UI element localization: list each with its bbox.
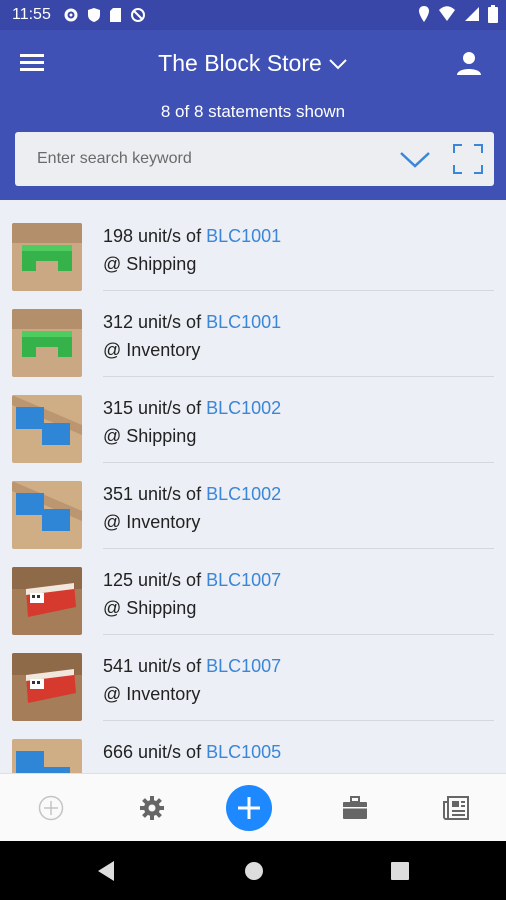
settings-icon bbox=[140, 796, 164, 820]
quantity-text: 351 unit/s of bbox=[103, 484, 207, 504]
home-button[interactable] bbox=[242, 859, 266, 883]
quantity-text: 312 unit/s of bbox=[103, 312, 207, 332]
product-thumbnail bbox=[12, 309, 82, 377]
nav-briefcase[interactable] bbox=[325, 774, 385, 842]
status-bar: 11:55 bbox=[0, 0, 506, 30]
product-thumbnail bbox=[12, 739, 82, 773]
location-status-icon bbox=[419, 6, 429, 22]
briefcase-icon bbox=[343, 796, 367, 819]
list-item[interactable]: 125 unit/s of BLC1007 @ Shipping bbox=[0, 544, 506, 635]
location-text: @ Inventory bbox=[103, 684, 201, 704]
system-navigation-bar bbox=[0, 841, 506, 900]
statements-count: 8 of 8 statements shown bbox=[160, 102, 346, 121]
nav-add-outline[interactable] bbox=[21, 774, 81, 842]
location-text: @ Inventory bbox=[103, 512, 201, 532]
product-thumbnail bbox=[12, 567, 82, 635]
blocked-status-icon bbox=[130, 8, 145, 22]
quantity-text: 315 unit/s of bbox=[103, 398, 207, 418]
shield-status-icon bbox=[87, 8, 100, 22]
list-item[interactable]: 666 unit/s of BLC1005 bbox=[0, 716, 506, 773]
product-thumbnail bbox=[12, 395, 82, 463]
list-item[interactable]: 312 unit/s of BLC1001 @ Inventory bbox=[0, 286, 506, 377]
status-system-icons bbox=[418, 5, 498, 23]
nav-news[interactable] bbox=[426, 774, 486, 842]
battery-status-icon bbox=[488, 5, 498, 23]
location-text: @ Inventory bbox=[103, 340, 201, 360]
sdcard-status-icon bbox=[109, 8, 121, 22]
recents-icon bbox=[391, 862, 409, 880]
location-text: @ Shipping bbox=[103, 254, 197, 274]
filter-dropdown-icon[interactable] bbox=[398, 144, 432, 174]
product-code-link[interactable]: BLC1005 bbox=[206, 742, 281, 762]
product-code-link[interactable]: BLC1007 bbox=[206, 570, 281, 590]
nav-add-button[interactable] bbox=[219, 774, 279, 842]
back-icon bbox=[98, 861, 114, 881]
status-notification-icons bbox=[63, 7, 146, 23]
product-thumbnail bbox=[12, 481, 82, 549]
nav-settings[interactable] bbox=[122, 774, 182, 842]
quantity-text: 541 unit/s of bbox=[103, 656, 207, 676]
back-button[interactable] bbox=[94, 859, 118, 883]
list-item[interactable]: 315 unit/s of BLC1002 @ Shipping bbox=[0, 372, 506, 463]
product-thumbnail bbox=[12, 653, 82, 721]
settings-status-icon bbox=[64, 8, 78, 22]
news-icon bbox=[443, 796, 469, 820]
product-code-link[interactable]: BLC1002 bbox=[206, 398, 281, 418]
bottom-navigation bbox=[0, 773, 506, 842]
scan-icon[interactable] bbox=[452, 143, 484, 175]
list-item[interactable]: 351 unit/s of BLC1002 @ Inventory bbox=[0, 458, 506, 549]
quantity-text: 666 unit/s of bbox=[103, 742, 207, 762]
app-bar: The Block Store 8 of 8 statements shown bbox=[0, 30, 506, 200]
user-icon bbox=[457, 52, 481, 75]
search-bar bbox=[15, 132, 494, 186]
list-item[interactable]: 541 unit/s of BLC1007 @ Inventory bbox=[0, 630, 506, 721]
product-code-link[interactable]: BLC1007 bbox=[206, 656, 281, 676]
wifi-status-icon bbox=[439, 6, 455, 21]
add-outline-icon bbox=[38, 795, 64, 821]
add-fab bbox=[226, 785, 272, 831]
account-button[interactable] bbox=[456, 50, 486, 80]
signal-status-icon bbox=[465, 7, 479, 21]
quantity-text: 198 unit/s of bbox=[103, 226, 207, 246]
store-dropdown[interactable]: The Block Store bbox=[158, 50, 348, 77]
store-title: The Block Store bbox=[158, 50, 322, 76]
chevron-down-icon bbox=[329, 58, 347, 69]
product-code-link[interactable]: BLC1001 bbox=[206, 226, 281, 246]
product-thumbnail bbox=[12, 223, 82, 291]
search-input[interactable] bbox=[35, 149, 398, 169]
recents-button[interactable] bbox=[388, 859, 412, 883]
store-selector: The Block Store bbox=[0, 50, 506, 77]
list-item[interactable]: 198 unit/s of BLC1001 @ Shipping bbox=[0, 200, 506, 291]
quantity-text: 125 unit/s of bbox=[103, 570, 207, 590]
status-time: 11:55 bbox=[12, 6, 51, 23]
statement-list: 198 unit/s of BLC1001 @ Shipping 312 uni… bbox=[0, 200, 506, 773]
add-icon bbox=[238, 797, 260, 819]
home-icon bbox=[245, 862, 263, 880]
product-code-link[interactable]: BLC1001 bbox=[206, 312, 281, 332]
location-text: @ Shipping bbox=[103, 598, 197, 618]
location-text: @ Shipping bbox=[103, 426, 197, 446]
product-code-link[interactable]: BLC1002 bbox=[206, 484, 281, 504]
